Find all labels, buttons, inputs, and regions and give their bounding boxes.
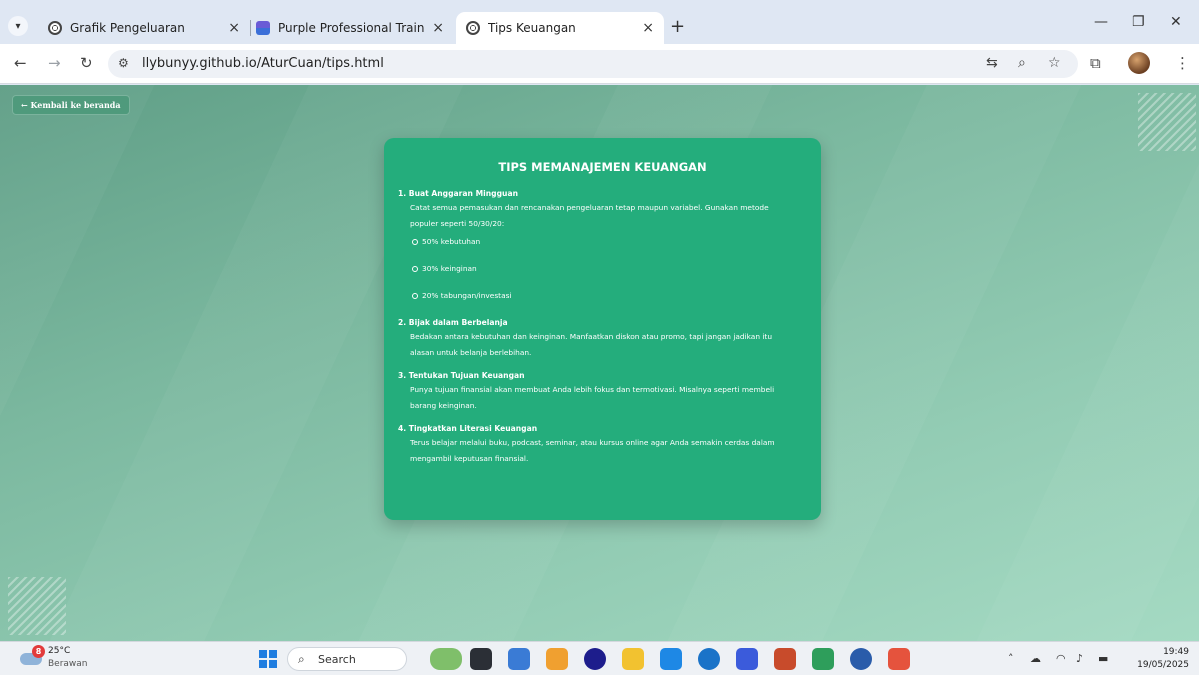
budget-bullets: 50% kebutuhan 30% keinginan 20% tabungan… [410,234,801,308]
tip-text: Terus belajar melalui buku, podcast, sem… [410,438,775,463]
terminal-app-icon[interactable] [470,648,492,670]
new-tab-button[interactable]: + [670,16,685,37]
tip-item: 4. Tingkatkan Literasi Keuangan Terus be… [398,423,801,467]
taskbar: 8 25°C Berawan ⌕ Search ˄ ☁ ◠ ♪ ▬ 19:49 … [0,641,1199,675]
windows-start-icon[interactable] [259,650,277,668]
forward-arrow-icon[interactable]: → [48,54,61,72]
site-settings-icon[interactable]: ⚙ [118,56,129,70]
tab-search-chevron-icon[interactable]: ▾ [8,16,28,36]
close-icon[interactable]: × [642,20,654,36]
back-home-button[interactable]: ← Kembali ke beranda [12,95,130,115]
tip-item: 1. Buat Anggaran Mingguan Catat semua pe… [398,188,801,308]
browser-toolbar: ← → ↻ ⚙ llybunyy.github.io/AturCuan/tips… [0,44,1199,84]
tab-title: Tips Keuangan [488,21,576,35]
tray-chevron-up-icon[interactable]: ˄ [1008,652,1014,665]
taskbar-search[interactable]: ⌕ Search [287,647,407,671]
tab-title: Purple Professional Training Ma [278,21,425,35]
tab-strip: ▾ Grafik Pengeluaran × Purple Profession… [0,0,1199,44]
tip-text: Punya tujuan finansial akan membuat Anda… [410,385,775,410]
decorative-hatch [1138,93,1196,151]
search-label: Search [318,653,356,666]
weather-cloud-icon[interactable]: 8 [20,645,45,665]
restore-icon[interactable]: ❐ [1132,14,1145,30]
wifi-icon[interactable]: ◠ [1056,652,1066,665]
minimize-icon[interactable]: — [1094,14,1108,30]
bullet-item: 30% keinginan [410,261,801,288]
tip-heading: 2. Bijak dalam Berbelanja [398,318,508,327]
tip-text: Bedakan antara kebutuhan dan keinginan. … [410,332,773,357]
address-bar[interactable]: ⚙ llybunyy.github.io/AturCuan/tips.html … [108,50,1078,78]
more-menu-icon[interactable]: ⋮ [1175,54,1190,72]
tab-title: Grafik Pengeluaran [70,21,185,35]
temperature[interactable]: 25°C [48,646,70,656]
paint-app-icon[interactable] [546,648,568,670]
url-text[interactable]: llybunyy.github.io/AturCuan/tips.html [142,56,384,71]
volume-icon[interactable]: ♪ [1076,652,1083,665]
card-title: TIPS MEMANAJEMEN KEUANGAN [498,160,707,174]
word-icon[interactable] [850,648,872,670]
clock-date: 19/05/2025 [1137,660,1189,670]
close-window-icon[interactable]: ✕ [1170,14,1182,30]
globe-icon [466,21,480,35]
star-app-icon[interactable] [508,648,530,670]
weather-condition[interactable]: Berawan [48,659,88,669]
image-app-icon[interactable] [774,648,796,670]
translate-icon[interactable]: ⇆ [986,55,998,71]
extensions-icon[interactable]: ⧉ [1090,54,1101,72]
weather-badge: 8 [32,645,45,658]
dropbox-icon[interactable] [584,648,606,670]
zoom-icon[interactable]: ⌕ [1018,55,1026,71]
printer-icon [256,21,270,35]
store-icon[interactable] [698,648,720,670]
decorative-hatch [8,577,66,635]
back-arrow-icon[interactable]: ← [14,54,27,72]
close-icon[interactable]: × [432,20,444,36]
search-icon: ⌕ [298,652,305,666]
tab-purple-training[interactable]: Purple Professional Training Ma × [246,12,454,44]
battery-icon[interactable]: ▬ [1098,652,1108,665]
onedrive-icon[interactable]: ☁ [1030,652,1041,665]
tab-tips-keuangan[interactable]: Tips Keuangan × [456,12,664,44]
tip-heading: 1. Buat Anggaran Mingguan [398,189,518,198]
bullet-item: 50% kebutuhan [410,234,801,261]
bookmark-star-icon[interactable]: ☆ [1048,55,1061,71]
tips-card: TIPS MEMANAJEMEN KEUANGAN 1. Buat Anggar… [384,138,821,520]
tip-heading: 4. Tingkatkan Literasi Keuangan [398,424,538,433]
tip-item: 3. Tentukan Tujuan Keuangan Punya tujuan… [398,370,801,414]
reload-icon[interactable]: ↻ [80,54,93,72]
landscape-app-icon[interactable] [430,648,462,670]
tab-grafik-pengeluaran[interactable]: Grafik Pengeluaran × [38,12,250,44]
tip-item: 2. Bijak dalam Berbelanja Bedakan antara… [398,317,801,361]
amazon-icon[interactable] [736,648,758,670]
edge-browser-icon[interactable] [660,648,682,670]
clock-time: 19:49 [1163,647,1189,657]
tip-text: Catat semua pemasukan dan rencanakan pen… [410,203,769,228]
bullet-item: 20% tabungan/investasi [410,288,801,308]
tip-heading: 3. Tentukan Tujuan Keuangan [398,371,525,380]
close-icon[interactable]: × [228,20,240,36]
whatsapp-icon[interactable] [812,648,834,670]
page-viewport: ← Kembali ke beranda TIPS MEMANAJEMEN KE… [0,85,1199,641]
file-explorer-icon[interactable] [622,648,644,670]
chrome-icon[interactable] [888,648,910,670]
taskbar-clock[interactable]: 19:49 19/05/2025 [1123,646,1189,672]
avatar[interactable] [1128,52,1150,74]
globe-icon [48,21,62,35]
